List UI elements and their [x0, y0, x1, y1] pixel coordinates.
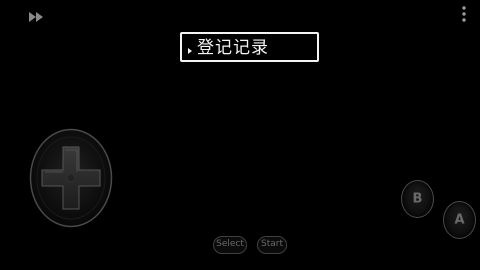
b-button[interactable]: B: [401, 180, 434, 218]
fast-forward-icon[interactable]: [28, 8, 46, 22]
game-dialog-box: 登记记录: [180, 32, 319, 62]
dpad-icon[interactable]: [29, 128, 113, 228]
b-button-label: B: [412, 191, 423, 207]
select-button[interactable]: Select: [213, 236, 247, 254]
a-button[interactable]: A: [443, 201, 476, 239]
dialog-text: 登记记录: [197, 38, 269, 58]
game-screen: 登记记录 B A Select Start: [0, 0, 480, 270]
start-button[interactable]: Start: [257, 236, 287, 254]
a-button-label: A: [454, 212, 465, 228]
start-button-label: Start: [261, 239, 283, 249]
dialog-cursor-icon: [188, 48, 192, 54]
select-button-label: Select: [216, 239, 244, 249]
more-vertical-icon[interactable]: [458, 4, 470, 24]
